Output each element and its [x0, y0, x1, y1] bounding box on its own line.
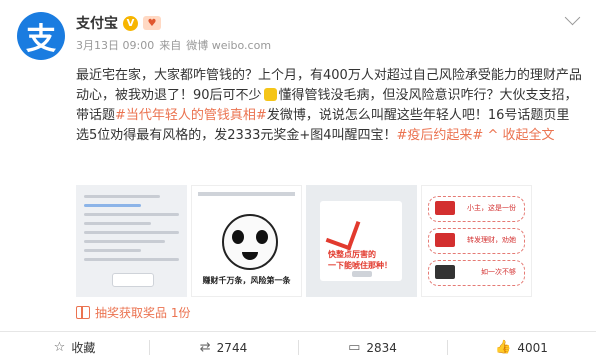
repost-count: 2744 — [216, 340, 248, 355]
panda-meme-icon — [222, 214, 278, 270]
gift-box-icon — [435, 201, 455, 215]
reward-text: 抽奖获取奖品 1份 — [95, 306, 191, 320]
post-text: 最近宅在家，大家都咋管钱的？上个月，有400万人对超过自己风险承受能力的理财产品… — [76, 66, 582, 146]
verified-badge-icon: V — [123, 15, 138, 31]
star-icon: ☆ — [53, 340, 66, 355]
source-prefix: 来自 — [159, 39, 182, 52]
image-label: 转发理财，劝她 — [467, 236, 516, 244]
image-text-line2: 一下能唬住那种！ — [328, 261, 392, 270]
post-image-3[interactable]: 快整点厉害的 一下能唬住那种！ — [306, 185, 417, 297]
post-image-2[interactable]: 赚财千万条，风险第一条 — [191, 185, 302, 297]
repost-button[interactable]: ⇄ 2744 — [149, 332, 298, 363]
gift-box-icon — [435, 233, 455, 247]
account-name[interactable]: 支付宝 — [76, 13, 118, 33]
thumbs-up-icon: 👍 — [495, 340, 512, 355]
alarm-clock-icon — [435, 265, 455, 279]
post-source[interactable]: 微博 weibo.com — [186, 37, 271, 53]
image-label: 小主，这是一份 — [467, 204, 516, 212]
post-image-1[interactable] — [76, 185, 187, 297]
comment-count: 2834 — [366, 340, 397, 355]
gift-icon — [76, 306, 90, 319]
avatar[interactable]: 支 — [17, 12, 65, 60]
post-image-4[interactable]: 小主，这是一份 转发理财，劝她 如一次不够 — [421, 185, 532, 297]
comment-icon: ▭ — [348, 340, 361, 355]
like-count: 4001 — [517, 340, 548, 355]
chevron-down-icon[interactable] — [564, 9, 581, 26]
favorite-label: 收藏 — [71, 341, 96, 355]
person-emoji-icon — [263, 88, 277, 101]
favorite-button[interactable]: ☆ 收藏 — [0, 332, 149, 363]
comment-button[interactable]: ▭ 2834 — [298, 332, 447, 363]
post-date[interactable]: 3月13日 09:00 — [76, 37, 154, 53]
post-header: 支付宝 V ♥ 3月13日 09:00 来自 微博 weibo.com — [76, 9, 596, 53]
image-caption: 赚财千万条，风险第一条 — [202, 276, 291, 285]
lottery-reward[interactable]: 抽奖获取奖品 1份 — [76, 304, 190, 321]
image-label: 如一次不够 — [481, 268, 516, 276]
image-text-line1: 快整点厉害的 — [328, 250, 376, 259]
topic-link[interactable]: #当代年轻人的管钱真相# — [115, 108, 267, 123]
arrow-icon — [325, 213, 361, 251]
collapse-link[interactable]: ^ 收起全文 — [487, 128, 554, 143]
vip-badge-icon: ♥ — [143, 16, 161, 30]
repost-icon: ⇄ — [199, 340, 211, 355]
like-button[interactable]: 👍 4001 — [447, 332, 596, 363]
action-bar: ☆ 收藏 ⇄ 2744 ▭ 2834 👍 4001 — [0, 332, 596, 363]
topic-link-2[interactable]: #疫后约起来# — [397, 128, 484, 143]
image-grid: 赚财千万条，风险第一条 快整点厉害的 一下能唬住那种！ 小主，这是一份 转发理财… — [76, 185, 532, 297]
